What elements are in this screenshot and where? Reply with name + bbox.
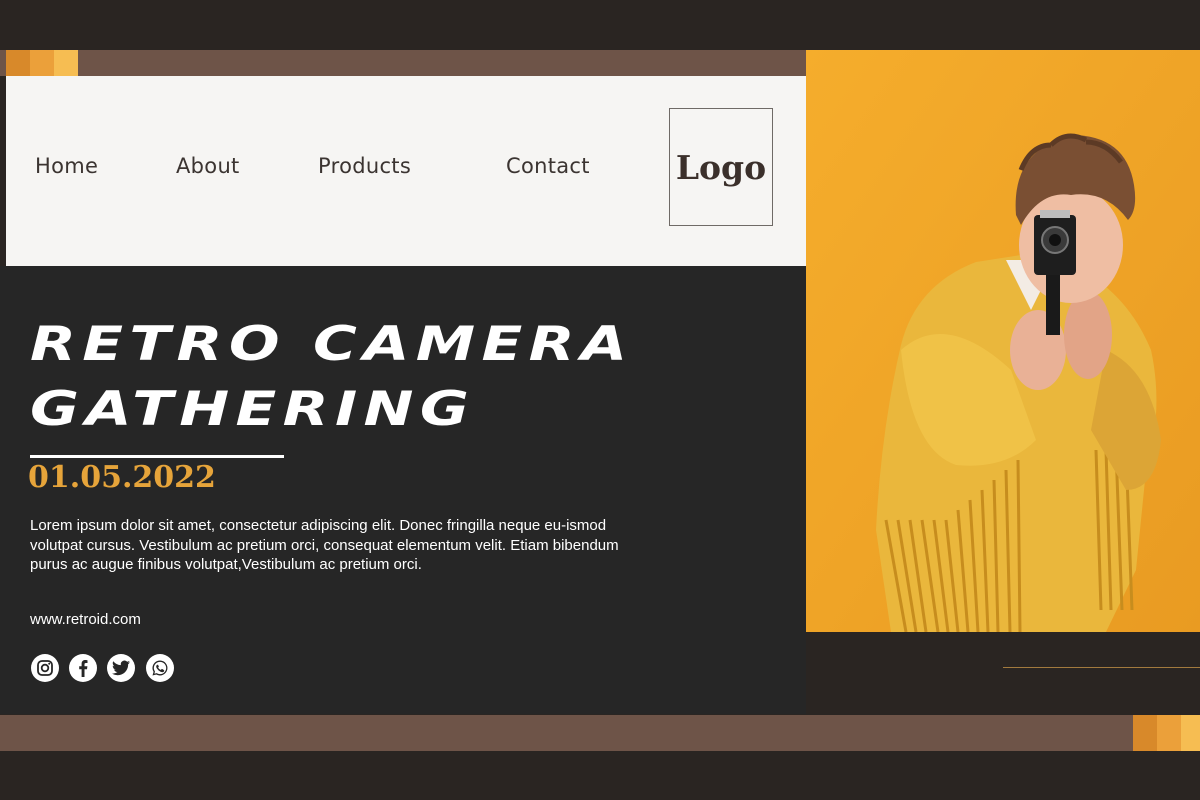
nav-about-link[interactable]: About (176, 154, 240, 178)
swatch (1157, 715, 1181, 751)
swatch (1181, 715, 1200, 751)
nav-home-link[interactable]: Home (35, 154, 98, 178)
facebook-icon[interactable] (69, 654, 97, 682)
hero-headline: RETRO CAMERA GATHERING (30, 312, 633, 442)
hero-photo (806, 50, 1200, 632)
nav-bar: Home About Products Contact Logo (6, 76, 806, 266)
headline-underline (30, 455, 284, 458)
top-decor-bar (0, 50, 806, 76)
logo[interactable]: Logo (669, 108, 773, 226)
instagram-icon[interactable] (31, 654, 59, 682)
headline-line-2: GATHERING (30, 382, 476, 437)
website-link[interactable]: www.retroid.com (30, 611, 141, 628)
twitter-icon[interactable] (107, 654, 135, 682)
event-date: 01.05.2022 (28, 460, 216, 495)
nav-contact-link[interactable]: Contact (506, 154, 590, 178)
description-text: Lorem ipsum dolor sit amet, consectetur … (30, 517, 619, 573)
swatch (30, 50, 54, 76)
bottom-decor-bar (0, 715, 1200, 751)
swatch (6, 50, 30, 76)
accent-line (1003, 667, 1200, 668)
hero-content: RETRO CAMERA GATHERING 01.05.2022 Lorem … (0, 266, 806, 714)
logo-text: Logo (675, 147, 767, 187)
headline-line-1: RETRO CAMERA (30, 317, 634, 372)
swatch (1133, 715, 1157, 751)
swatch (54, 50, 78, 76)
nav-products-link[interactable]: Products (318, 154, 411, 178)
whatsapp-icon[interactable] (146, 654, 174, 682)
